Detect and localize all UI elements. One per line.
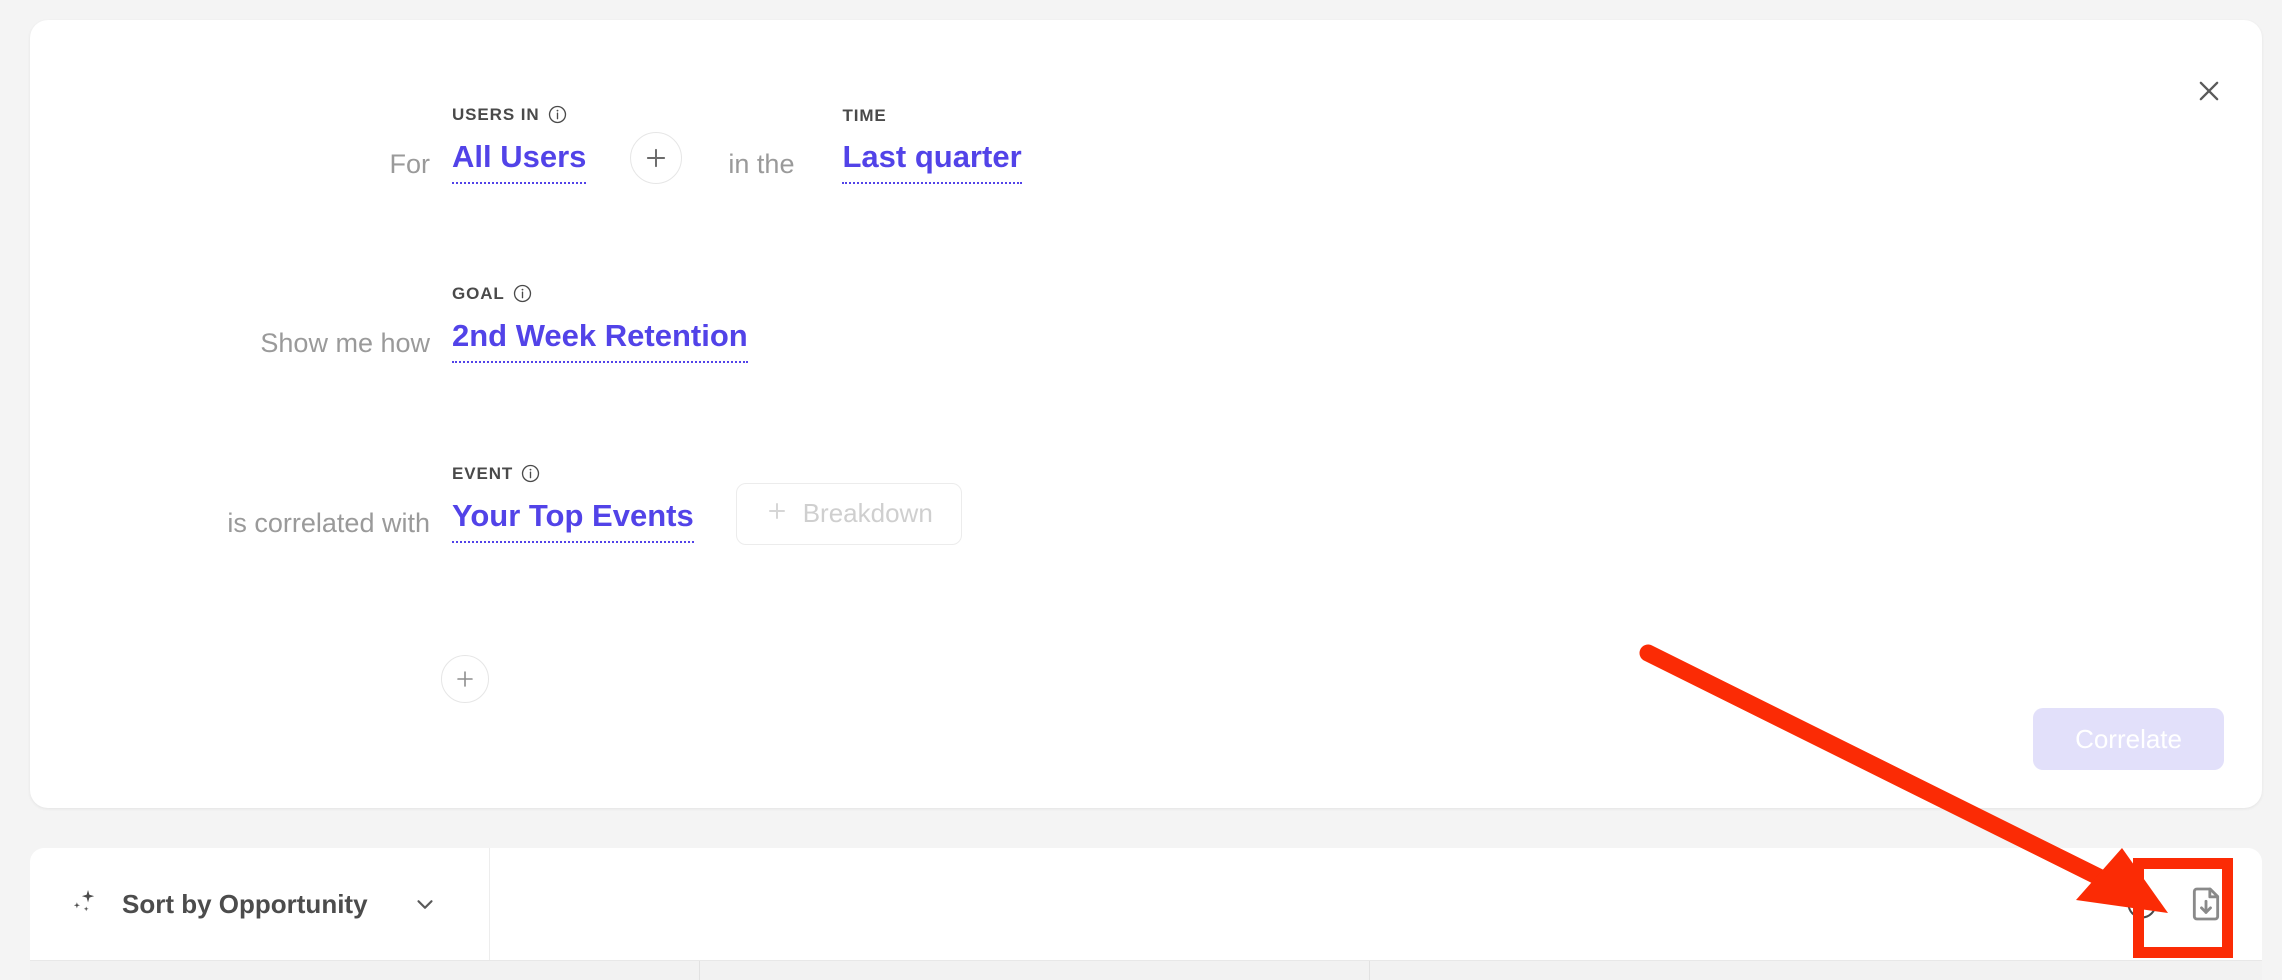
sort-by-opportunity-dropdown[interactable]: Sort by Opportunity xyxy=(30,848,490,960)
breakdown-label: Breakdown xyxy=(803,498,933,529)
event-label: EVENT xyxy=(452,464,540,483)
add-clause-button[interactable] xyxy=(441,655,489,703)
time-field: TIME Last quarter xyxy=(842,107,1021,184)
goal-field: GOAL 2nd Week Retention xyxy=(452,284,748,363)
info-icon[interactable] xyxy=(2126,888,2158,920)
sparkle-icon xyxy=(70,885,104,924)
event-row: is correlated with EVENT Your Top Events xyxy=(30,464,2262,543)
goal-value[interactable]: 2nd Week Retention xyxy=(452,320,748,363)
users-in-value[interactable]: All Users xyxy=(452,141,586,184)
row-lead-in-the: in the xyxy=(728,151,794,184)
breakdown-button[interactable]: Breakdown xyxy=(736,483,962,545)
goal-row: Show me how GOAL 2nd Week Retention xyxy=(30,284,2262,363)
info-icon[interactable] xyxy=(513,284,532,303)
sort-label: Sort by Opportunity xyxy=(122,889,368,920)
plus-icon xyxy=(453,667,477,691)
row-lead-show-me-how: Show me how xyxy=(30,330,430,363)
time-value[interactable]: Last quarter xyxy=(842,141,1021,184)
row-lead-for: For xyxy=(30,151,430,184)
goal-label: GOAL xyxy=(452,284,532,303)
users-in-label-text: USERS IN xyxy=(452,106,540,123)
row-lead-is-correlated-with: is correlated with xyxy=(30,510,430,543)
audience-time-row: For USERS IN All Users xyxy=(30,105,2262,184)
event-value[interactable]: Your Top Events xyxy=(452,500,694,543)
time-label: TIME xyxy=(842,107,886,124)
results-tool-buttons xyxy=(490,848,2262,960)
goal-label-text: GOAL xyxy=(452,285,505,302)
users-in-label: USERS IN xyxy=(452,105,567,124)
plus-icon xyxy=(765,499,789,528)
event-label-text: EVENT xyxy=(452,465,513,482)
info-icon[interactable] xyxy=(548,105,567,124)
time-label-text: TIME xyxy=(842,107,886,124)
table-column-divider xyxy=(30,961,700,980)
users-in-field: USERS IN All Users xyxy=(452,105,586,184)
query-builder-card: For USERS IN All Users xyxy=(30,20,2262,808)
table-column-divider xyxy=(1370,961,2262,980)
info-icon[interactable] xyxy=(521,464,540,483)
add-audience-filter-button[interactable] xyxy=(630,132,682,184)
results-table-header-strip xyxy=(30,960,2262,980)
close-icon xyxy=(2195,77,2223,105)
correlate-button[interactable]: Correlate xyxy=(2033,708,2224,770)
download-file-icon[interactable] xyxy=(2186,884,2226,924)
plus-icon xyxy=(643,145,669,171)
table-column-divider xyxy=(700,961,1370,980)
chevron-down-icon xyxy=(412,891,438,917)
event-field: EVENT Your Top Events xyxy=(452,464,694,543)
results-toolbar: Sort by Opportunity xyxy=(30,848,2262,960)
